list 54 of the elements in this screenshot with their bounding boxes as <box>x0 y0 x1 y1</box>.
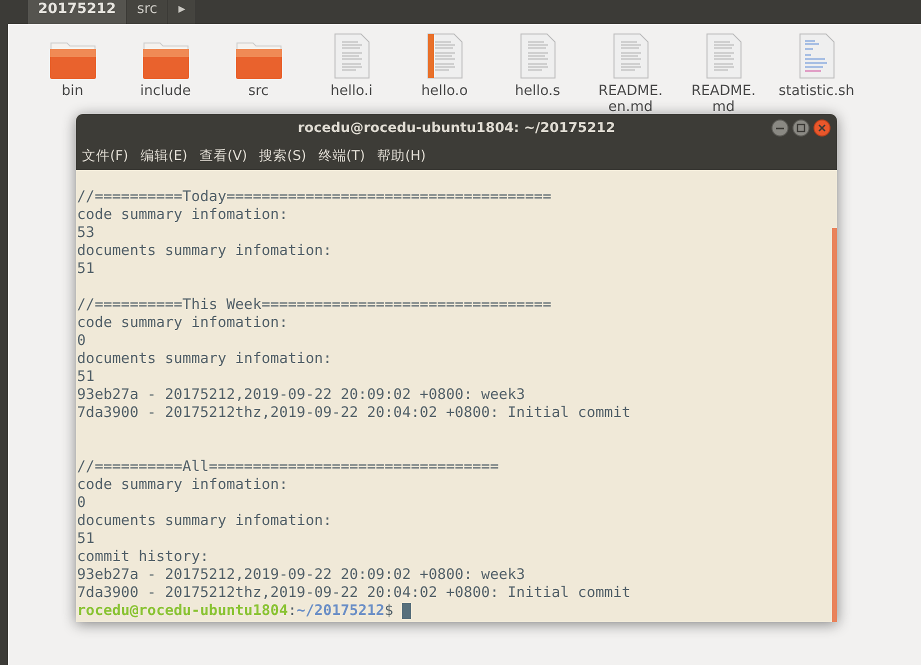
terminal-line: 0 <box>76 494 87 512</box>
prompt-user: rocedu@rocedu-ubuntu1804 <box>77 602 288 620</box>
terminal-line: code summary infomation: <box>76 206 289 224</box>
close-icon[interactable] <box>813 119 831 137</box>
terminal-line: 53 <box>76 224 96 242</box>
terminal-line: commit history: <box>76 548 210 566</box>
terminal-line: code summary infomation: <box>76 314 289 332</box>
prompt-symbol: $ <box>384 602 394 620</box>
menu-item[interactable]: 查看(V) <box>199 147 248 165</box>
file-name: README. en.md <box>598 83 663 115</box>
path-button[interactable]: 20175212 <box>28 0 126 24</box>
terminal-line: 0 <box>76 332 87 350</box>
path-button[interactable]: ▸ <box>168 0 196 24</box>
file-name: statistic.sh <box>778 83 854 99</box>
terminal-line: documents summary infomation: <box>76 350 333 368</box>
file-name: README. md <box>691 83 756 115</box>
terminal-line: 7da3900 - 20175212thz,2019-09-22 20:04:02 +0800: Initial commit <box>76 584 632 602</box>
terminal-line: 51 <box>76 260 96 278</box>
window-title: rocedu@rocedu-ubuntu1804: ~/20175212 <box>298 120 616 136</box>
menu-item[interactable]: 终端(T) <box>318 147 366 165</box>
terminal-line: 93eb27a - 20175212,2019-09-22 20:09:02 +0800: week3 <box>76 386 526 404</box>
document-icon[interactable] <box>706 32 742 80</box>
terminal-line: code summary infomation: <box>76 476 289 494</box>
prompt-path: ~/20175212 <box>296 602 385 620</box>
document-icon[interactable] <box>334 32 370 80</box>
scrollbar[interactable] <box>832 228 837 622</box>
file-name: hello.i <box>330 83 372 99</box>
menu-item[interactable]: 帮助(H) <box>377 147 426 165</box>
menu-item[interactable]: 编辑(E) <box>140 147 188 165</box>
text-cursor <box>402 603 412 619</box>
terminal-line: //==========Today===================================== <box>76 188 552 206</box>
prompt-separator: : <box>288 602 297 620</box>
maximize-icon[interactable] <box>792 119 810 137</box>
terminal-line: 51 <box>76 368 96 386</box>
document-icon[interactable] <box>612 32 648 80</box>
path-button[interactable]: src <box>126 0 168 24</box>
script-file-icon[interactable] <box>798 32 834 80</box>
terminal-line: documents summary infomation: <box>76 242 333 260</box>
document-icon[interactable] <box>520 32 556 80</box>
terminal-line: 93eb27a - 20175212,2019-09-22 20:09:02 +0800: week3 <box>76 566 526 584</box>
file-name: src <box>248 83 269 99</box>
file-name: hello.o <box>421 83 468 99</box>
terminal-line: documents summary infomation: <box>76 512 333 530</box>
terminal-line: //==========All================================= <box>76 458 500 476</box>
file-name: bin <box>62 83 84 99</box>
file-name: hello.s <box>514 83 560 99</box>
file-name: include <box>140 83 191 99</box>
terminal-line: 51 <box>76 530 96 548</box>
menu-item[interactable]: 搜索(S) <box>259 147 306 165</box>
menu-item[interactable]: 文件(F) <box>82 147 128 165</box>
minimize-icon[interactable] <box>771 119 789 137</box>
terminal-line: //==========This Week================================= <box>76 296 552 314</box>
terminal-line: 7da3900 - 20175212thz,2019-09-22 20:04:02 +0800: Initial commit <box>76 404 632 422</box>
document-icon[interactable] <box>426 32 462 80</box>
